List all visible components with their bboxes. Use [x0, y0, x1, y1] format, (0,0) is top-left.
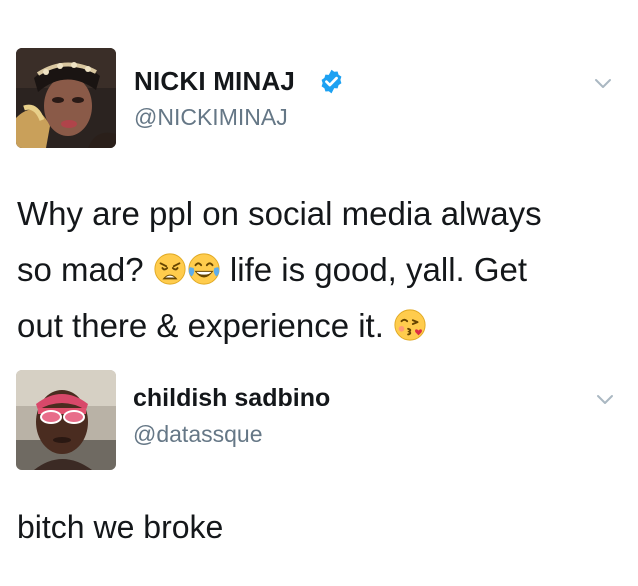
tweet-text-segment: life is good, yall. Get: [229, 251, 528, 288]
tweet-text: Why are ppl on social media always so ma…: [17, 186, 617, 354]
tweet-text-line: Why are ppl on social media always: [17, 195, 542, 232]
avatar[interactable]: [16, 48, 116, 148]
avatar[interactable]: [16, 370, 116, 470]
tweet-original: NICKI MINAJ @NICKIMINAJ Why are ppl on s…: [0, 0, 638, 360]
tweet-text: bitch we broke: [17, 499, 617, 555]
tweet-text-line: out there & experience it.: [17, 298, 617, 354]
verified-badge-icon: [321, 69, 342, 94]
handle[interactable]: @NICKIMINAJ: [134, 104, 288, 131]
tweet-text-line: bitch we broke: [17, 509, 224, 545]
tweet-text-segment: so mad?: [17, 251, 144, 288]
tweet-text-line: so mad? life is good, yall. Get: [17, 242, 617, 298]
kissing-heart-icon: [393, 308, 427, 342]
chevron-down-icon[interactable]: [594, 78, 612, 90]
chevron-down-icon[interactable]: [596, 394, 614, 406]
handle[interactable]: @datassque: [133, 421, 263, 448]
tears-of-joy-icon: [187, 252, 221, 286]
tweet-text-segment: out there & experience it.: [17, 307, 384, 344]
weary-face-icon: [153, 252, 187, 286]
display-name[interactable]: NICKI MINAJ: [134, 66, 295, 97]
tweet-reply: childish sadbino @datassque bitch we bro…: [0, 360, 638, 586]
display-name[interactable]: childish sadbino: [133, 384, 330, 413]
